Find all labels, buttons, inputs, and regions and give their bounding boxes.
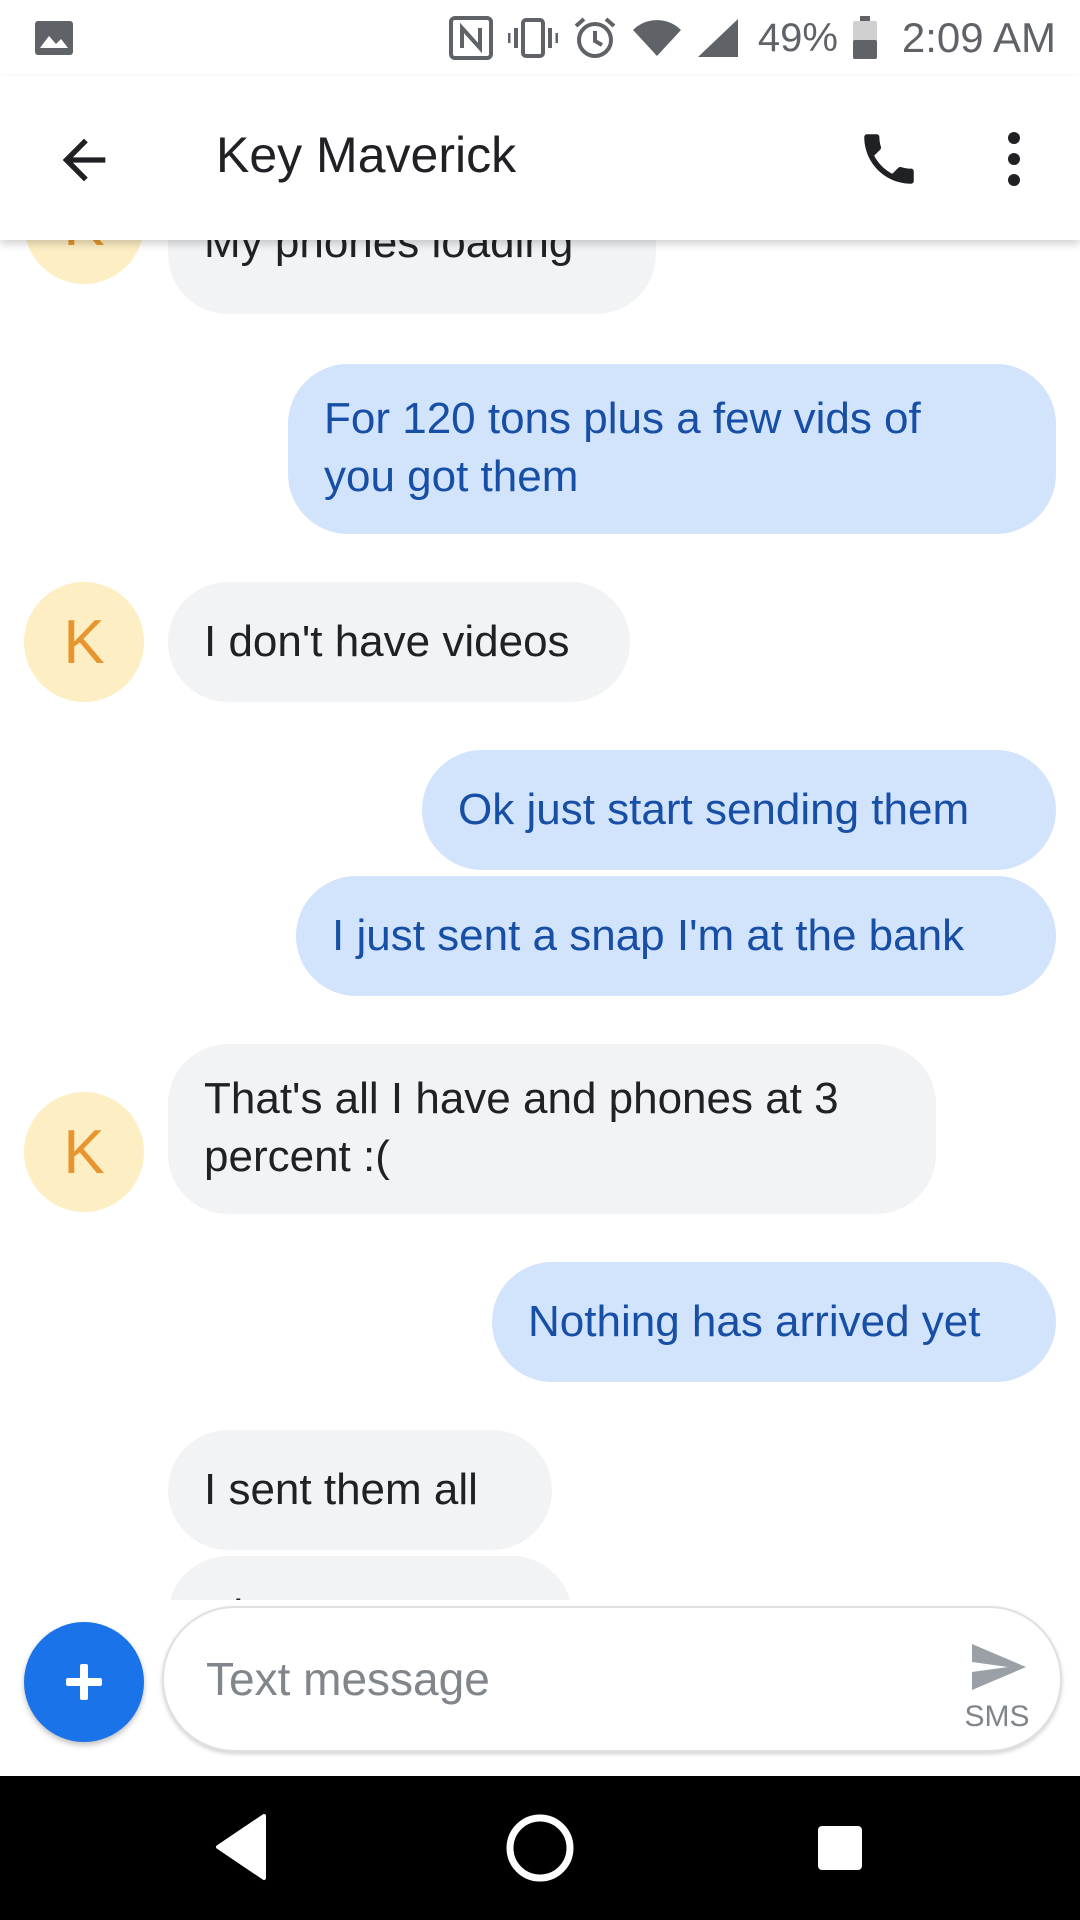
compose-bar: Text message SMS xyxy=(0,1600,1080,1776)
nav-home-icon[interactable] xyxy=(504,1812,576,1884)
message-text-line: That's all I have and phones at 3 xyxy=(204,1074,839,1123)
wifi-icon xyxy=(632,20,681,56)
vibrate-icon xyxy=(507,18,558,58)
message-list[interactable]: K My phones loading For 120 tons plus a … xyxy=(0,240,1080,1600)
contact-avatar[interactable]: K xyxy=(24,1092,144,1212)
back-arrow-icon[interactable] xyxy=(52,128,116,192)
messages-screen: 49% 2:09 AM Key Maverick K My phones lo xyxy=(0,0,1080,1920)
incoming-message[interactable]: Pl... xyxy=(168,1556,572,1600)
incoming-message[interactable]: My phones loading xyxy=(168,240,656,314)
contact-name: Key Maverick xyxy=(216,127,517,183)
conversation-header: Key Maverick xyxy=(0,76,1080,240)
message-text-line: you got them xyxy=(324,452,579,501)
plus-icon xyxy=(66,1664,102,1700)
message-text: Ok just start sending them xyxy=(458,785,970,834)
battery-percent: 49% xyxy=(757,15,838,60)
message-input[interactable]: Text message SMS xyxy=(162,1606,1062,1752)
message-input-placeholder: Text message xyxy=(206,1653,490,1705)
attach-button[interactable] xyxy=(24,1622,144,1742)
nav-recents-icon[interactable] xyxy=(818,1826,862,1870)
outgoing-message[interactable]: I just sent a snap I'm at the bank xyxy=(296,876,1056,996)
phone-icon[interactable] xyxy=(856,126,922,192)
system-nav-bar xyxy=(0,1776,1080,1920)
send-icon xyxy=(972,1644,1026,1690)
message-text-line: percent :( xyxy=(204,1132,390,1181)
battery-icon xyxy=(852,16,877,59)
message-text-line: For 120 tons plus a few vids of xyxy=(324,394,921,443)
message-text: Nothing has arrived yet xyxy=(528,1297,981,1346)
message-text: Pl... xyxy=(204,1587,536,1600)
message-text: I just sent a snap I'm at the bank xyxy=(332,911,965,960)
message-text: I don't have videos xyxy=(204,617,570,666)
clock: 2:09 AM xyxy=(901,14,1056,61)
message-text: My phones loading xyxy=(204,240,574,267)
outgoing-message[interactable]: Ok just start sending them xyxy=(422,750,1056,870)
incoming-message[interactable]: I sent them all xyxy=(168,1430,552,1550)
contact-avatar[interactable]: K xyxy=(24,582,144,702)
nav-back-icon[interactable] xyxy=(212,1812,268,1882)
message-text: I sent them all xyxy=(204,1465,478,1514)
status-bar: 49% 2:09 AM xyxy=(0,0,1080,76)
contact-avatar[interactable]: K xyxy=(24,240,144,284)
send-type-label: SMS xyxy=(964,1700,1030,1733)
outgoing-message[interactable]: For 120 tons plus a few vids of you got … xyxy=(288,364,1056,534)
signal-icon xyxy=(697,19,738,57)
gallery-icon xyxy=(35,21,73,55)
incoming-message[interactable]: That's all I have and phones at 3 percen… xyxy=(168,1044,936,1214)
incoming-message[interactable]: I don't have videos xyxy=(168,582,630,702)
more-vert-icon[interactable] xyxy=(994,126,1034,192)
outgoing-message[interactable]: Nothing has arrived yet xyxy=(492,1262,1056,1382)
nfc-icon xyxy=(448,16,493,60)
send-button[interactable]: SMS xyxy=(942,1632,1052,1742)
alarm-icon xyxy=(574,17,616,58)
